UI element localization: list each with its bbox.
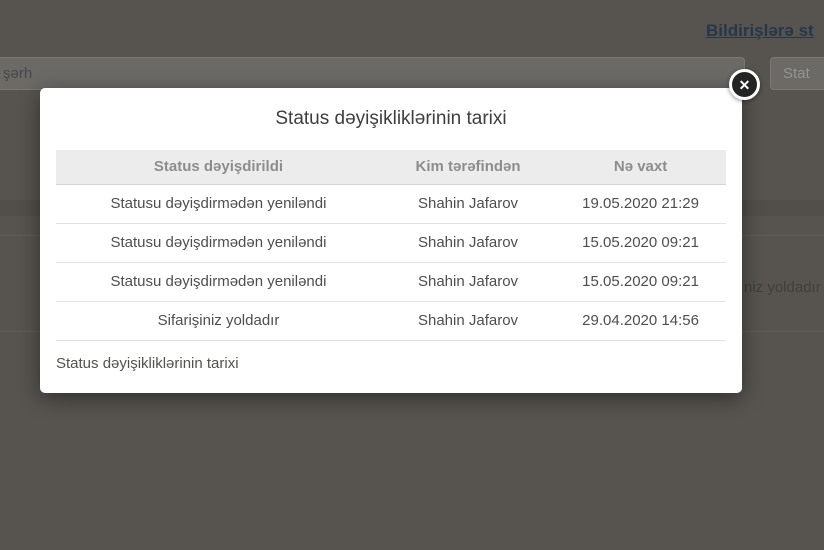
cell-by: Shahin Jafarov (380, 223, 556, 263)
status-history-table: Status dəyişdirildi Kim tərəfindən Nə va… (56, 150, 726, 341)
table-row: Sifarişiniz yoldadır Shahin Jafarov 29.0… (56, 301, 726, 341)
comment-input[interactable] (0, 57, 745, 90)
table-header-row: Status dəyişdirildi Kim tərəfindən Nə va… (56, 150, 726, 185)
cell-by: Shahin Jafarov (380, 262, 556, 302)
cell-when: 19.05.2020 21:29 (555, 184, 726, 224)
cell-when: 15.05.2020 09:21 (555, 223, 726, 263)
modal-title-wrap: Status dəyişikliklərinin tarixi (56, 88, 726, 150)
background-status-text: niz yoldadır (744, 279, 821, 296)
table-row: Statusu dəyişdirmədən yeniləndi Shahin J… (56, 262, 726, 302)
table-row: Statusu dəyişdirmədən yeniləndi Shahin J… (56, 184, 726, 224)
close-button[interactable]: ✕ (729, 69, 760, 100)
table-row: Statusu dəyişdirmədən yeniləndi Shahin J… (56, 223, 726, 263)
modal-footer-text: Status dəyişikliklərinin tarixi (56, 354, 239, 372)
cell-by: Shahin Jafarov (380, 184, 556, 224)
cell-status: Statusu dəyişdirmədən yeniləndi (56, 262, 381, 302)
status-history-modal: Status dəyişikliklərinin tarixi Status d… (40, 88, 742, 393)
cell-when: 29.04.2020 14:56 (555, 301, 726, 341)
column-header-when: Nə vaxt (555, 150, 726, 185)
cell-by: Shahin Jafarov (380, 301, 556, 341)
status-button[interactable]: Stat (770, 57, 824, 90)
modal-title: Status dəyişikliklərinin tarixi (275, 108, 507, 129)
close-icon: ✕ (738, 76, 751, 93)
column-header-by: Kim tərəfindən (380, 150, 556, 185)
cell-status: Sifarişiniz yoldadır (56, 301, 381, 341)
cell-status: Statusu dəyişdirmədən yeniləndi (56, 184, 381, 224)
column-header-status: Status dəyişdirildi (56, 150, 381, 185)
notifications-link[interactable]: Bildirişlərə st (706, 21, 814, 41)
cell-status: Statusu dəyişdirmədən yeniləndi (56, 223, 381, 263)
cell-when: 15.05.2020 09:21 (555, 262, 726, 302)
